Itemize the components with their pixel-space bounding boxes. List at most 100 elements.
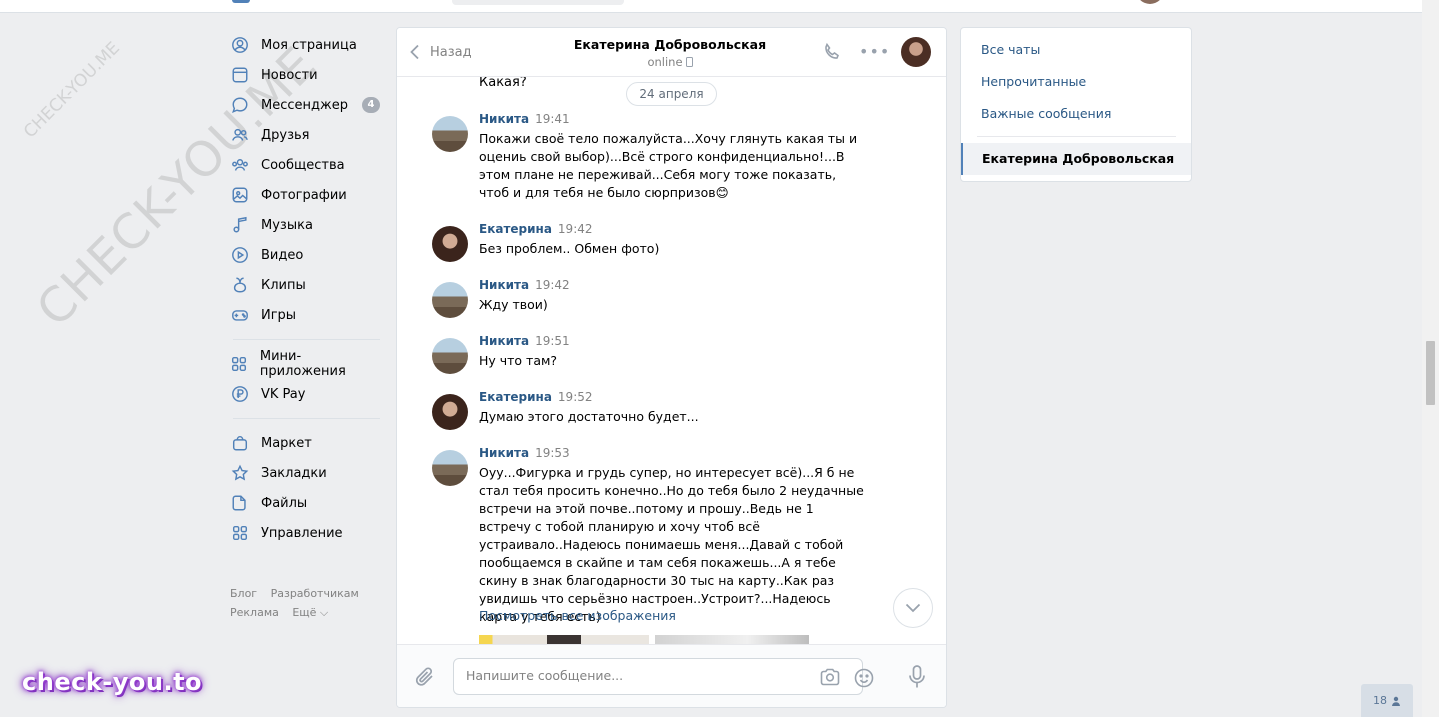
nav-item-market[interactable]: Маркет <box>230 428 380 458</box>
file-icon <box>230 493 250 513</box>
music-note-icon <box>230 215 250 235</box>
nav-divider <box>233 339 380 340</box>
user-circle-icon <box>230 35 250 55</box>
image-thumbnail[interactable] <box>655 635 809 644</box>
microphone-icon[interactable] <box>906 664 928 690</box>
nav-item-label: Друзья <box>261 127 310 143</box>
scrollbar-thumb[interactable] <box>1426 341 1435 405</box>
nav-item-label: Сообщества <box>261 157 345 173</box>
message-composer <box>397 644 946 707</box>
chat-status: online <box>547 55 793 69</box>
message-time: 19:41 <box>535 112 570 126</box>
chat-header: Назад Екатерина Добровольская online ••• <box>397 28 946 77</box>
mobile-phone-icon <box>685 57 693 67</box>
nav-item-label: Клипы <box>261 277 306 293</box>
filter-unread[interactable]: Непрочитанные <box>981 74 1086 89</box>
message-author[interactable]: Никита <box>479 278 529 292</box>
nav-item-label: Моя страница <box>261 37 357 53</box>
page-scrollbar[interactable] <box>1422 0 1439 717</box>
nav-item-video[interactable]: Видео <box>230 240 380 270</box>
sender-avatar[interactable] <box>432 394 468 430</box>
footer-link-developers[interactable]: Разработчикам <box>271 587 359 600</box>
nav-footer: Блог Разработчикам Реклама Ещё ⌵ <box>230 584 380 622</box>
filters-divider <box>977 136 1176 137</box>
call-phone-icon[interactable] <box>822 42 842 62</box>
image-thumbnail[interactable] <box>479 635 649 644</box>
message-author[interactable]: Екатерина <box>479 222 552 236</box>
sender-avatar[interactable] <box>432 116 468 152</box>
chat-contact-avatar[interactable] <box>901 37 931 67</box>
top-header-bar <box>0 0 1422 13</box>
watermark-small: CHECK-YOU.ME <box>20 38 124 143</box>
online-friends-badge[interactable]: 18 <box>1361 684 1413 717</box>
profile-avatar[interactable] <box>1136 0 1164 4</box>
sender-avatar[interactable] <box>432 282 468 318</box>
message-text: Жду твои) <box>479 297 548 312</box>
back-button[interactable]: Назад <box>409 42 472 62</box>
communities-icon <box>230 155 250 175</box>
nav-item-my-page[interactable]: Моя страница <box>230 30 380 60</box>
nav-item-photos[interactable]: Фотографии <box>230 180 380 210</box>
chat-bubble-icon <box>230 95 250 115</box>
footer-link-blog[interactable]: Блог <box>230 587 257 600</box>
nav-item-clips[interactable]: Клипы <box>230 270 380 300</box>
online-count: 18 <box>1373 694 1387 707</box>
message-text: Без проблем.. Обмен фото) <box>479 241 660 256</box>
message-time: 19:53 <box>535 446 570 460</box>
nav-item-label: Файлы <box>261 495 308 511</box>
message-text: Покажи своё тело пожалуйста...Хочу гляну… <box>479 131 858 200</box>
star-icon <box>230 463 250 483</box>
nav-item-label: Мессенджер <box>261 97 348 113</box>
nav-item-games[interactable]: Игры <box>230 300 380 330</box>
message-input-box <box>453 658 874 695</box>
scroll-to-bottom-button[interactable] <box>893 588 933 628</box>
vk-logo-icon[interactable] <box>232 0 250 3</box>
chat-title[interactable]: Екатерина Добровольская <box>547 37 793 52</box>
search-input[interactable] <box>452 0 624 5</box>
nav-item-files[interactable]: Файлы <box>230 488 380 518</box>
message-text: Думаю этого достаточно будет... <box>479 409 699 424</box>
ruble-coin-icon <box>230 384 250 404</box>
active-chat-item[interactable]: Екатерина Добровольская <box>961 143 1191 175</box>
online-status-text: online <box>647 55 683 69</box>
footer-link-ads[interactable]: Реклама <box>230 606 279 619</box>
nav-item-label: Фотографии <box>261 187 347 203</box>
nav-item-bookmarks[interactable]: Закладки <box>230 458 380 488</box>
nav-item-friends[interactable]: Друзья <box>230 120 380 150</box>
footer-link-more[interactable]: Ещё ⌵ <box>292 606 328 619</box>
clips-icon <box>230 275 250 295</box>
nav-item-label: Новости <box>261 67 318 83</box>
message-input[interactable] <box>466 668 806 683</box>
image-attachments <box>479 635 825 644</box>
gamepad-icon <box>230 305 250 325</box>
nav-item-messenger[interactable]: Мессенджер 4 <box>230 90 380 120</box>
nav-item-vk-pay[interactable]: VK Pay <box>230 379 380 409</box>
nav-item-label: Управление <box>261 525 343 541</box>
nav-item-label: Закладки <box>261 465 327 481</box>
nav-item-news[interactable]: Новости <box>230 60 380 90</box>
message-text: Оуу...Фигурка и грудь супер, но интересу… <box>479 465 864 624</box>
sender-avatar[interactable] <box>432 450 468 486</box>
message-text: Ну что там? <box>479 353 558 368</box>
sender-avatar[interactable] <box>432 226 468 262</box>
view-all-images-link[interactable]: Посмотреть все изображения <box>479 608 676 623</box>
sender-avatar[interactable] <box>432 338 468 374</box>
friends-icon <box>230 125 250 145</box>
chevron-left-icon <box>410 44 419 60</box>
nav-item-label: Маркет <box>261 435 312 451</box>
nav-item-music[interactable]: Музыка <box>230 210 380 240</box>
message-author[interactable]: Екатерина <box>479 390 552 404</box>
nav-item-management[interactable]: Управление <box>230 518 380 548</box>
message-author[interactable]: Никита <box>479 446 529 460</box>
nav-item-mini-apps[interactable]: Мини-приложения <box>230 349 380 379</box>
camera-icon[interactable] <box>819 667 841 687</box>
message-author[interactable]: Никита <box>479 112 529 126</box>
person-icon <box>1392 696 1400 706</box>
more-dots-icon[interactable]: ••• <box>859 42 889 62</box>
smiley-icon[interactable] <box>853 667 875 689</box>
paperclip-icon[interactable] <box>414 665 436 689</box>
filter-important[interactable]: Важные сообщения <box>981 106 1111 121</box>
nav-item-communities[interactable]: Сообщества <box>230 150 380 180</box>
filter-all-chats[interactable]: Все чаты <box>981 42 1040 57</box>
message-author[interactable]: Никита <box>479 334 529 348</box>
